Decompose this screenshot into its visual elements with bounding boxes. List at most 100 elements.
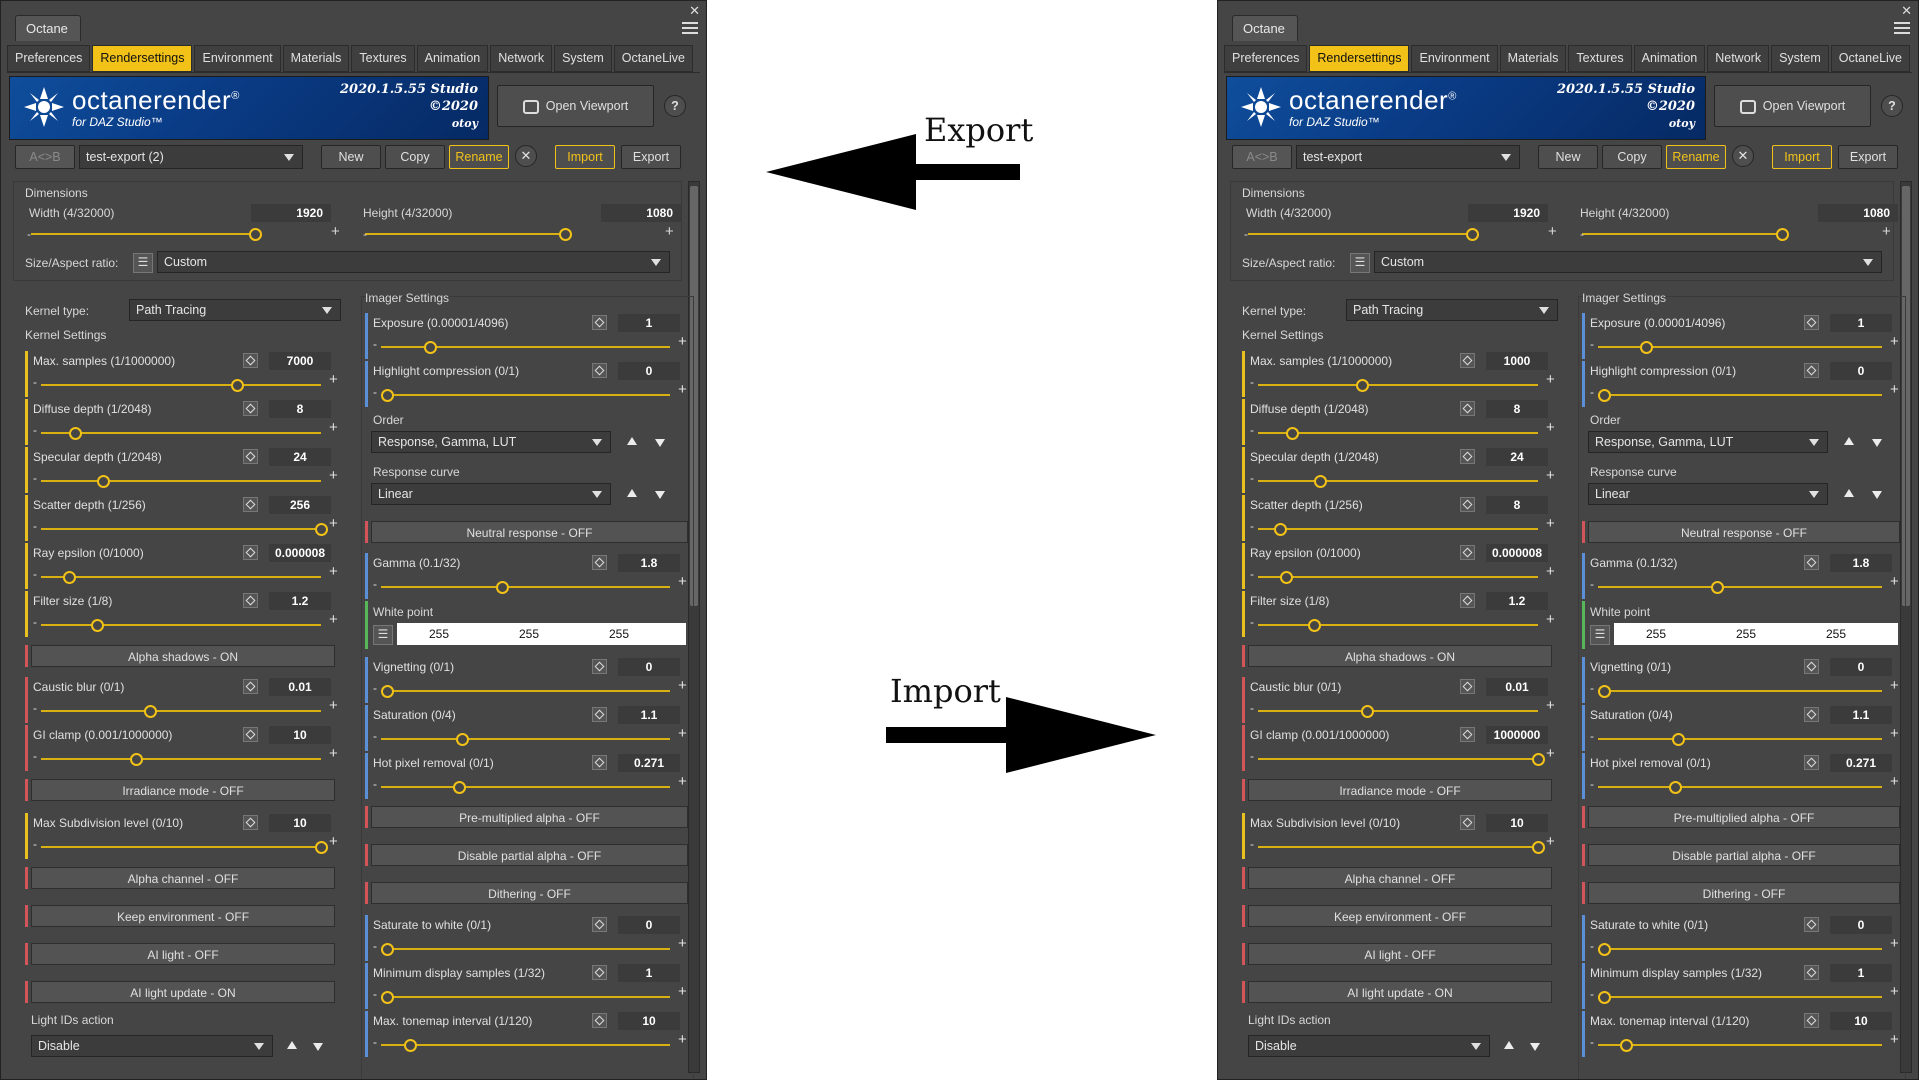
copy-button[interactable]: Copy (385, 145, 445, 169)
param-value[interactable]: 8 (1486, 400, 1548, 418)
slider-knob[interactable] (68, 427, 82, 440)
slider-track[interactable] (381, 996, 670, 998)
menu-icon[interactable] (682, 19, 698, 34)
keyframe-icon[interactable] (592, 917, 607, 932)
increment-icon[interactable]: + (1890, 773, 1899, 790)
slider-track[interactable] (1258, 846, 1538, 848)
increment-icon[interactable]: + (1890, 983, 1899, 1000)
param-value[interactable]: 0 (618, 362, 680, 380)
slider-track[interactable] (41, 528, 321, 530)
slider-track[interactable] (1598, 394, 1882, 396)
tab-rendersettings[interactable]: Rendersettings (1309, 45, 1410, 72)
slider-knob[interactable] (380, 389, 394, 402)
decrement-icon[interactable]: - (1250, 616, 1254, 628)
increment-icon[interactable]: + (678, 983, 687, 1000)
move-down-icon[interactable] (1530, 1043, 1540, 1051)
keyframe-icon[interactable] (1460, 353, 1475, 368)
decrement-icon[interactable]: - (1590, 386, 1594, 398)
height-decrement-icon[interactable]: - (1580, 227, 1584, 241)
move-down-icon[interactable] (313, 1043, 323, 1051)
import-button[interactable]: Import (1772, 145, 1832, 169)
help-button[interactable]: ? (1881, 95, 1903, 117)
keyframe-icon[interactable] (243, 727, 258, 742)
increment-icon[interactable]: + (1546, 697, 1555, 714)
slider-track[interactable] (1258, 624, 1538, 626)
param-value[interactable]: 0.271 (618, 754, 680, 772)
slider-track[interactable] (1258, 480, 1538, 482)
keyframe-icon[interactable] (592, 707, 607, 722)
open-viewport-button[interactable]: Open Viewport (1714, 85, 1871, 127)
height-value[interactable]: 1080 (601, 204, 681, 222)
decrement-icon[interactable]: - (373, 578, 377, 590)
decrement-icon[interactable]: - (33, 568, 37, 580)
slider-track[interactable] (381, 948, 670, 950)
toggle-button[interactable]: Pre-multiplied alpha - OFF (1588, 806, 1900, 828)
keyframe-icon[interactable] (1804, 363, 1819, 378)
slider-knob[interactable] (403, 1039, 417, 1052)
param-value[interactable]: 24 (1486, 448, 1548, 466)
decrement-icon[interactable]: - (33, 702, 37, 714)
toggle-button[interactable]: Dithering - OFF (1588, 882, 1900, 904)
increment-icon[interactable]: + (1546, 611, 1555, 628)
slider-track[interactable] (1598, 1044, 1882, 1046)
param-value[interactable]: 10 (618, 1012, 680, 1030)
keyframe-icon[interactable] (592, 755, 607, 770)
tab-network[interactable]: Network (1707, 45, 1770, 72)
slider-knob[interactable] (63, 571, 76, 584)
toggle-button[interactable]: AI light update - ON (1248, 981, 1552, 1003)
tab-system[interactable]: System (554, 45, 612, 72)
keyframe-icon[interactable] (243, 353, 258, 368)
tab-textures[interactable]: Textures (1568, 45, 1632, 72)
toggle-button[interactable]: AI light update - ON (31, 981, 335, 1003)
width-decrement-icon[interactable]: - (27, 227, 31, 241)
window-title-tab[interactable]: Octane (1232, 15, 1298, 41)
decrement-icon[interactable]: - (1590, 682, 1594, 694)
slider-knob[interactable] (91, 619, 104, 632)
move-up-icon[interactable] (1504, 1041, 1514, 1049)
export-button[interactable]: Export (621, 145, 681, 169)
height-slider-knob[interactable] (559, 228, 572, 241)
keyframe-icon[interactable] (592, 965, 607, 980)
curve-up-icon[interactable] (1844, 489, 1854, 497)
white-point-field[interactable]: 255 255 255 (397, 623, 686, 645)
decrement-icon[interactable]: - (1250, 568, 1254, 580)
slider-track[interactable] (1258, 432, 1538, 434)
increment-icon[interactable]: + (329, 745, 338, 762)
param-value[interactable]: 1 (1830, 964, 1892, 982)
keyframe-icon[interactable] (243, 449, 258, 464)
decrement-icon[interactable]: - (373, 940, 377, 952)
toggle-button[interactable]: Neutral response - OFF (1588, 521, 1900, 543)
keyframe-icon[interactable] (1460, 727, 1475, 742)
slider-track[interactable] (41, 384, 321, 386)
slider-knob[interactable] (1597, 685, 1611, 698)
width-value[interactable]: 1920 (1468, 204, 1548, 222)
keyframe-icon[interactable] (592, 315, 607, 330)
param-value[interactable]: 0 (618, 916, 680, 934)
decrement-icon[interactable]: - (1590, 338, 1594, 350)
toggle-button[interactable]: Alpha shadows - ON (31, 645, 335, 667)
param-value[interactable]: 0.01 (1486, 678, 1548, 696)
white-point-b[interactable]: 255 (1826, 627, 1846, 641)
keyframe-icon[interactable] (1804, 965, 1819, 980)
slider-knob[interactable] (1711, 581, 1725, 594)
increment-icon[interactable]: + (1890, 573, 1899, 590)
keyframe-icon[interactable] (1804, 555, 1819, 570)
decrement-icon[interactable]: - (373, 988, 377, 1000)
keyframe-icon[interactable] (1460, 401, 1475, 416)
increment-icon[interactable]: + (1890, 935, 1899, 952)
param-value[interactable]: 1.1 (618, 706, 680, 724)
slider-track[interactable] (381, 586, 670, 588)
increment-icon[interactable]: + (329, 515, 338, 532)
slider-knob[interactable] (1274, 523, 1288, 536)
param-value[interactable]: 7000 (269, 352, 331, 370)
slider-track[interactable] (1598, 690, 1882, 692)
width-value[interactable]: 1920 (251, 204, 331, 222)
slider-knob[interactable] (130, 753, 144, 766)
decrement-icon[interactable]: - (1250, 702, 1254, 714)
slider-knob[interactable] (1361, 705, 1375, 718)
increment-icon[interactable]: + (1890, 725, 1899, 742)
param-value[interactable]: 1.8 (618, 554, 680, 572)
slider-track[interactable] (41, 576, 321, 578)
slider-knob[interactable] (380, 991, 394, 1004)
decrement-icon[interactable]: - (33, 520, 37, 532)
